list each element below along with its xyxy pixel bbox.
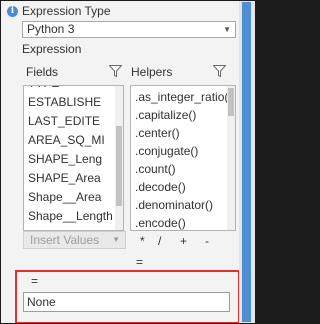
multiply-button[interactable]: * [140, 234, 145, 248]
insert-values-dropdown[interactable]: Insert Values ▼ [23, 231, 126, 249]
result-label: = [31, 274, 39, 288]
fields-filter-icon[interactable] [109, 65, 122, 77]
fields-label: Fields [26, 65, 59, 79]
equals-button[interactable]: = [136, 255, 143, 269]
info-icon[interactable]: i [7, 6, 18, 17]
helper-item-count[interactable]: .count() [135, 160, 176, 179]
helpers-scrollbar[interactable] [227, 86, 235, 230]
fields-list[interactable]: TYPE ESTABLISHE LAST_EDITE AREA_SQ_MI SH… [23, 85, 124, 231]
helper-item-conjugate[interactable]: .conjugate() [135, 142, 198, 161]
calculate-field-panel: i Expression Type Python 3 ▼ Expression … [1, 1, 239, 323]
field-item-establishe[interactable]: ESTABLISHE [28, 93, 101, 112]
helpers-label: Helpers [131, 65, 173, 79]
helper-item-as-integer-ratio[interactable]: .as_integer_ratio() [135, 88, 232, 107]
field-item-type[interactable]: TYPE [28, 86, 59, 93]
helper-item-capitalize[interactable]: .capitalize() [135, 106, 196, 125]
helper-item-decode[interactable]: .decode() [135, 178, 186, 197]
result-value: None [27, 295, 56, 309]
expression-type-select[interactable]: Python 3 ▼ [22, 21, 236, 38]
expression-label: Expression [22, 42, 82, 56]
helper-item-denominator[interactable]: .denominator() [135, 196, 213, 215]
add-button[interactable]: + [180, 234, 187, 248]
fields-scroll-thumb[interactable] [116, 126, 122, 206]
helper-item-center[interactable]: .center() [135, 124, 180, 143]
field-item-shape-area[interactable]: SHAPE_Area [28, 169, 101, 188]
field-item-shape-length[interactable]: Shape__Length [28, 207, 113, 226]
helper-item-encode[interactable]: .encode() [135, 214, 186, 230]
chevron-down-icon: ▼ [223, 25, 231, 34]
helpers-list[interactable]: .as_integer_ratio() .capitalize() .cente… [130, 85, 236, 231]
field-item-shape-area-2[interactable]: Shape__Area [28, 188, 101, 207]
divide-button[interactable]: / [158, 234, 161, 248]
subtract-button[interactable]: - [205, 234, 209, 248]
insert-values-label: Insert Values [30, 233, 100, 247]
expression-type-label: Expression Type [22, 4, 111, 18]
chevron-down-icon: ▼ [112, 235, 120, 244]
field-item-area-sq-mi[interactable]: AREA_SQ_MI [28, 131, 105, 150]
expression-type-value: Python 3 [27, 22, 75, 36]
fields-scrollbar[interactable] [115, 86, 123, 230]
field-item-shape-leng[interactable]: SHAPE_Leng [28, 150, 102, 169]
helpers-filter-icon[interactable] [213, 65, 226, 77]
result-field[interactable]: None [23, 292, 230, 312]
field-item-last-edite[interactable]: LAST_EDITE [28, 112, 100, 131]
side-scrollbar[interactable] [242, 2, 251, 322]
helpers-scroll-thumb[interactable] [228, 88, 234, 116]
